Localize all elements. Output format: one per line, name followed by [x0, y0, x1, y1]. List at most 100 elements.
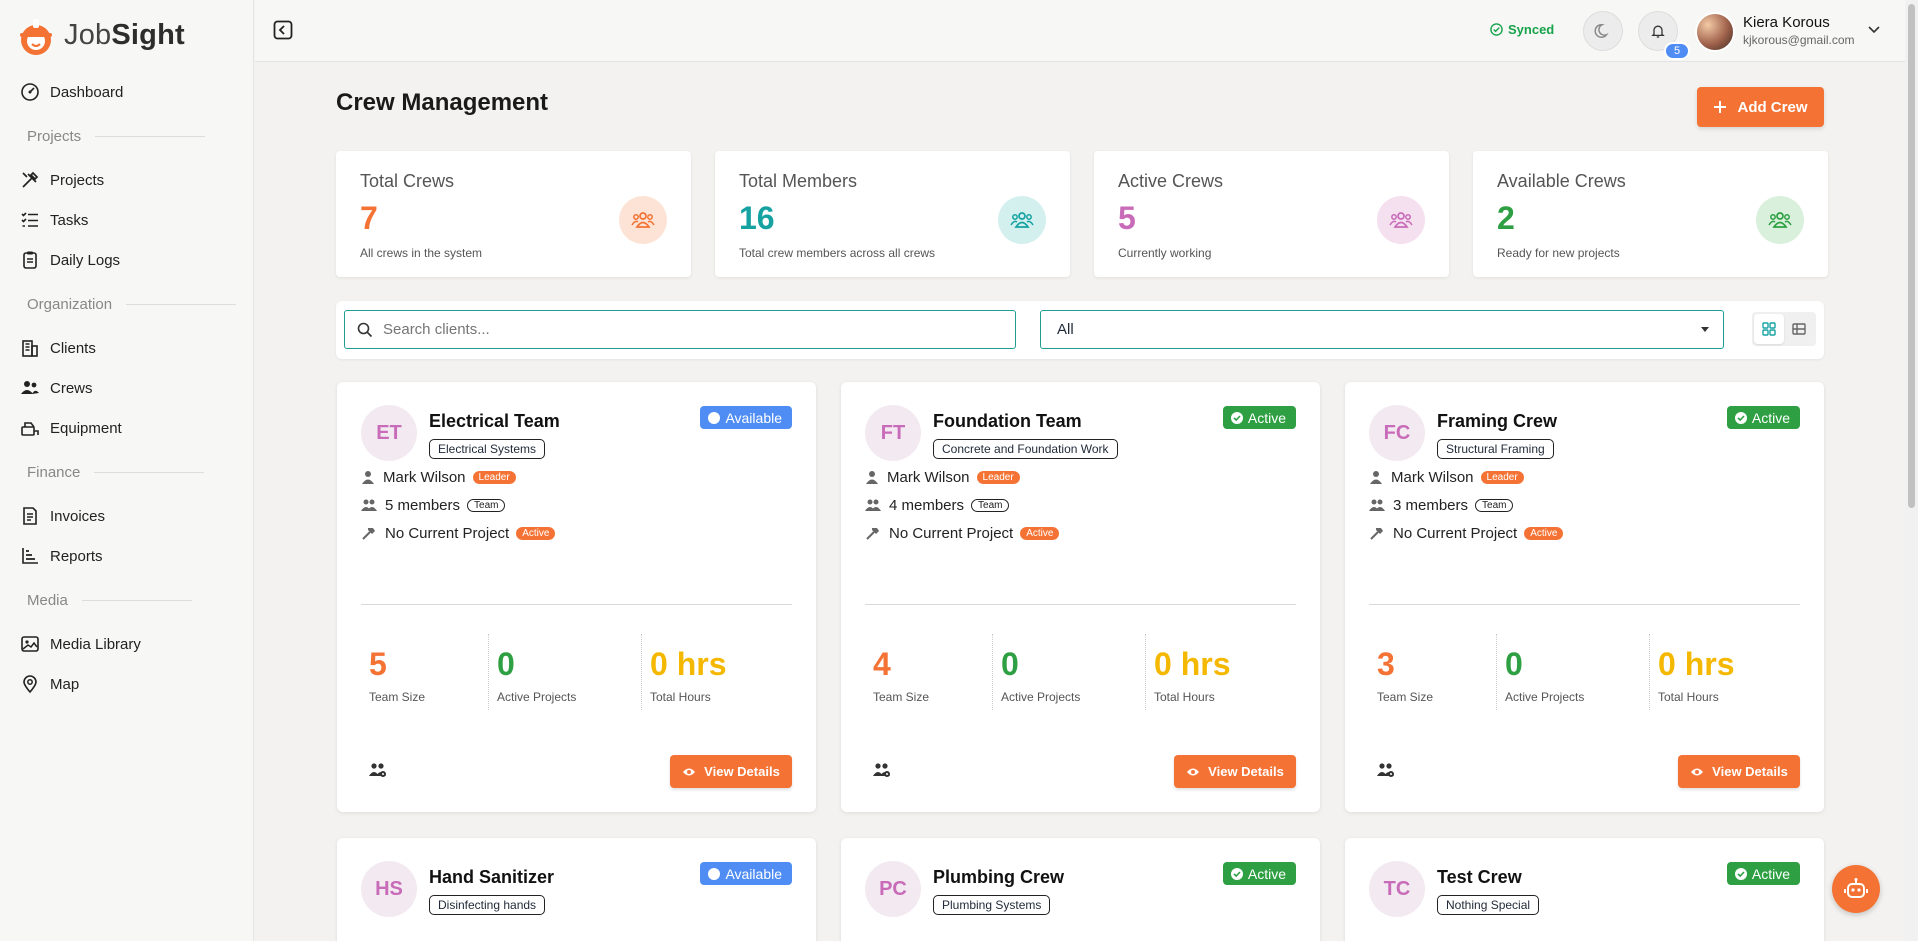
crew-name: Electrical Team [429, 411, 560, 431]
crew-specialty-tag: Plumbing Systems [933, 895, 1051, 915]
sidebar-section-projects: Projects [0, 112, 254, 160]
sidebar-item-reports[interactable]: Reports [0, 536, 254, 576]
crew-card[interactable]: PC Plumbing Crew Plumbing Systems Active [841, 838, 1320, 941]
crew-specialty-tag: Nothing Special [1437, 895, 1540, 915]
search-field[interactable] [344, 310, 1016, 349]
user-icon [866, 471, 878, 484]
theme-toggle-button[interactable] [1583, 11, 1623, 51]
status-label: Available [725, 865, 782, 882]
crew-avatar: TC [1369, 861, 1425, 917]
chatbot-button[interactable] [1832, 865, 1880, 913]
crew-members-row: 3 members Team [1369, 494, 1514, 516]
check-circle-icon [1490, 23, 1503, 36]
project-status-badge: Active [1020, 526, 1060, 540]
sidebar-item-invoices[interactable]: Invoices [0, 496, 254, 536]
user-avatar[interactable] [1695, 12, 1735, 52]
sidebar-section-label: Organization [27, 295, 113, 313]
crew-name: Foundation Team [933, 411, 1082, 431]
crew-members-icon[interactable] [1377, 762, 1395, 778]
page-title: Crew Management [336, 89, 549, 116]
chevron-down-icon[interactable] [1867, 22, 1881, 36]
sidebar-item-label: Media Library [50, 635, 141, 653]
filter-bar: All [336, 301, 1824, 359]
scrollbar-thumb[interactable] [1908, 4, 1915, 508]
view-details-button[interactable]: View Details [1678, 755, 1800, 788]
view-details-button[interactable]: View Details [670, 755, 792, 788]
status-label: Active [1247, 865, 1286, 882]
total-hours-value: 0 hrs [1154, 646, 1231, 682]
search-input[interactable] [383, 321, 983, 338]
crew-card[interactable]: HS Hand Sanitizer Disinfecting hands Availa… [337, 838, 816, 941]
status-filter-select[interactable]: All [1040, 310, 1724, 349]
sidebar-item-label: Tasks [50, 211, 89, 229]
crew-card[interactable]: FC Framing Crew Structural Framing Active Ma… [1345, 382, 1824, 812]
stat-icon [1377, 196, 1425, 244]
sidebar-item-crews[interactable]: Crews [0, 368, 254, 408]
sidebar-item-dashboard[interactable]: Dashboard [0, 72, 254, 112]
crew-status-badge: Active [1222, 406, 1296, 429]
sidebar-collapse-icon[interactable] [273, 20, 293, 40]
crew-card[interactable]: TC Test Crew Nothing Special Active [1345, 838, 1824, 941]
crew-specialty-tag: Structural Framing [1437, 439, 1554, 459]
map-pin-icon [23, 675, 37, 694]
stat-title: Available Crews [1497, 171, 1626, 191]
active-projects-metric: 0 Active Projects [488, 634, 640, 710]
sidebar-item-clients[interactable]: Clients [0, 328, 254, 368]
total-hours-value: 0 hrs [650, 646, 727, 682]
crew-name: Test Crew [1437, 867, 1522, 887]
active-projects-label: Active Projects [497, 690, 577, 704]
plus-icon [1714, 101, 1727, 113]
search-icon [357, 322, 373, 337]
team-badge: Team [467, 498, 506, 512]
sidebar-item-projects[interactable]: Projects [0, 160, 254, 200]
sidebar-item-label: Equipment [50, 419, 122, 437]
sidebar-item-equipment[interactable]: Equipment [0, 408, 254, 448]
stat-icon [619, 196, 667, 244]
sidebar-item-tasks[interactable]: Tasks [0, 200, 254, 240]
add-crew-button[interactable]: Add Crew [1697, 87, 1824, 127]
sidebar-item-media-library[interactable]: Media Library [0, 624, 254, 664]
sidebar: JobSight Dashboard Projects Projects Tasks D… [0, 0, 254, 941]
page-scrollbar[interactable] [1905, 0, 1918, 941]
leader-name: Mark Wilson [1391, 468, 1474, 486]
sidebar-section-label: Projects [27, 127, 82, 145]
grid-icon [1762, 322, 1776, 336]
check-circle-icon [1230, 411, 1243, 424]
sidebar-item-map[interactable]: Map [0, 664, 254, 704]
crew-card[interactable]: FT Foundation Team Concrete and Foundation… [841, 382, 1320, 812]
view-details-label: View Details [1712, 764, 1788, 779]
current-project: No Current Project [889, 524, 1014, 542]
crew-avatar: HS [361, 861, 417, 917]
total-hours-metric: 0 hrs Total Hours [1649, 634, 1799, 710]
bell-icon [1651, 25, 1665, 38]
leader-name: Mark Wilson [383, 468, 466, 486]
users-icon [631, 212, 655, 228]
dashboard-icon [21, 83, 39, 101]
list-view-button[interactable] [1784, 314, 1814, 344]
total-hours-label: Total Hours [1658, 690, 1719, 704]
crew-card[interactable]: ET Electrical Team Electrical Systems Avail… [337, 382, 816, 812]
total-hours-metric: 0 hrs Total Hours [641, 634, 791, 710]
eye-icon [1187, 768, 1200, 775]
crew-name: Plumbing Crew [933, 867, 1065, 887]
card-divider [865, 604, 1296, 605]
status-label: Available [725, 409, 782, 426]
crew-name: Hand Sanitizer [429, 867, 555, 887]
leader-badge: Leader [472, 470, 516, 484]
view-details-button[interactable]: View Details [1174, 755, 1296, 788]
stat-value: 7 [360, 200, 378, 236]
robot-icon [1844, 878, 1868, 898]
sidebar-item-daily-logs[interactable]: Daily Logs [0, 240, 254, 280]
crew-specialty-tag: Disinfecting hands [429, 895, 546, 915]
status-label: Active [1751, 409, 1790, 426]
team-size-value: 4 [873, 646, 891, 682]
crew-members-icon[interactable] [369, 762, 387, 778]
crew-leader-row: Mark Wilson Leader [361, 466, 516, 488]
brand-logo[interactable]: JobSight [14, 14, 185, 56]
clipboard-icon [23, 251, 37, 269]
member-count: 5 members [385, 496, 461, 514]
crew-members-icon[interactable] [873, 762, 891, 778]
grid-view-button[interactable] [1754, 314, 1784, 344]
sidebar-item-label: Reports [50, 547, 103, 565]
crew-avatar: FT [865, 405, 921, 461]
